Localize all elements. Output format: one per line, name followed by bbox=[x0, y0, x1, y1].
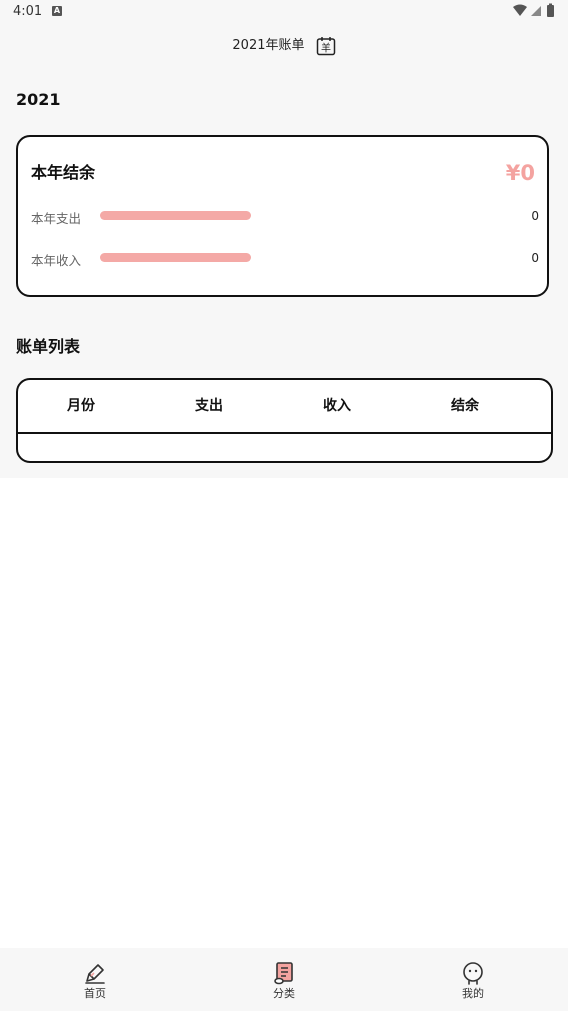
scroll-icon bbox=[274, 962, 293, 985]
calendar-icon[interactable]: 羊 bbox=[316, 36, 336, 56]
nav-item-profile[interactable]: 我的 bbox=[443, 960, 503, 1004]
status-indicators-icon bbox=[513, 3, 554, 17]
expense-label: 本年支出 bbox=[31, 211, 82, 226]
bill-table: 月份 支出 收入 结余 bbox=[16, 378, 553, 463]
calendar-icon-glyph: 羊 bbox=[321, 42, 331, 55]
pen-icon bbox=[85, 964, 105, 984]
column-header-balance: 结余 bbox=[451, 398, 479, 414]
nav-item-category[interactable]: 分类 bbox=[254, 960, 314, 1004]
list-title: 账单列表 bbox=[16, 337, 81, 356]
nav-label-category: 分类 bbox=[273, 987, 295, 1000]
table-header: 月份 支出 收入 结余 bbox=[18, 380, 551, 434]
bottom-nav: 首页 分类 我的 bbox=[0, 948, 568, 1011]
column-header-expense: 支出 bbox=[195, 398, 223, 414]
notification-a-icon: A bbox=[52, 6, 62, 16]
summary-title: 本年结余 bbox=[31, 163, 96, 182]
expense-row: 本年支出 0 bbox=[31, 207, 539, 227]
nav-label-home: 首页 bbox=[84, 987, 106, 1000]
nav-label-profile: 我的 bbox=[462, 987, 484, 1000]
column-header-income: 收入 bbox=[323, 398, 351, 414]
face-icon bbox=[463, 962, 483, 985]
header: 2021年账单 羊 bbox=[0, 34, 568, 58]
status-time: 4:01 bbox=[13, 4, 43, 19]
summary-card: 本年结余 ¥0 本年支出 0 本年收入 0 bbox=[16, 135, 549, 297]
nav-item-home[interactable]: 首页 bbox=[65, 960, 125, 1004]
expense-bar bbox=[100, 211, 251, 220]
page-title: 2021年账单 bbox=[232, 38, 305, 53]
summary-amount: ¥0 bbox=[505, 161, 535, 185]
income-bar bbox=[100, 253, 251, 262]
status-icons bbox=[512, 3, 556, 19]
expense-value: 0 bbox=[531, 209, 539, 223]
income-row: 本年收入 0 bbox=[31, 249, 539, 269]
income-value: 0 bbox=[531, 251, 539, 265]
status-bar: 4:01 A bbox=[0, 0, 568, 24]
column-header-month: 月份 bbox=[67, 398, 95, 414]
year-label[interactable]: 2021 bbox=[16, 90, 61, 109]
income-label: 本年收入 bbox=[31, 253, 82, 268]
